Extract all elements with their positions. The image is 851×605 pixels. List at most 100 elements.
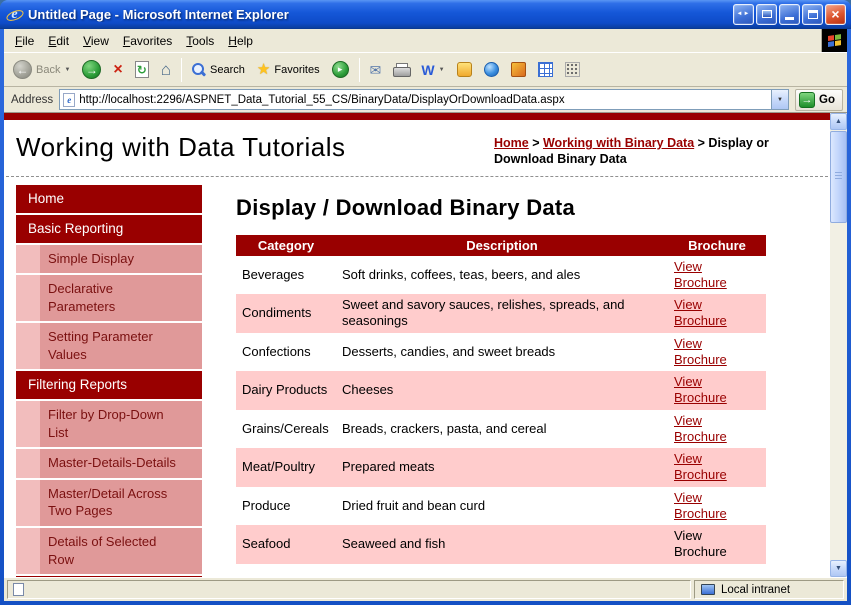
page-body: Home Basic Reporting Simple Display Declara… [4, 177, 830, 578]
sidebar-item-master-details-details[interactable]: Master-Details-Details [16, 449, 202, 478]
forward-button[interactable]: → [77, 56, 106, 84]
menu-bar: File Edit View Favorites Tools Help [4, 29, 847, 53]
top-accent-bar [4, 113, 830, 120]
category-cell: Condiments [236, 294, 336, 333]
vertical-scrollbar[interactable]: ▲ ▼ [830, 113, 847, 577]
refresh-icon: ↻ [134, 61, 149, 78]
addon-dots-button[interactable] [560, 56, 585, 84]
view-brochure-link[interactable]: View Brochure [674, 413, 730, 446]
go-label: Go [819, 93, 835, 106]
sidebar-item-master-detail-across-two-pages[interactable]: Master/Detail Across Two Pages [16, 479, 202, 526]
sidebar-section-home[interactable]: Home [16, 184, 202, 213]
view-brochure-link[interactable]: View Brochure [674, 374, 730, 407]
screen-icon [761, 10, 772, 18]
ie-logo-icon: e [6, 6, 23, 23]
scroll-thumb[interactable] [830, 131, 847, 223]
home-button[interactable]: ⌂ [156, 56, 176, 84]
addon-grid-button[interactable] [533, 56, 558, 84]
category-cell: Grains/Cereals [242, 420, 329, 436]
browser-viewport: Working with Data Tutorials Home > Worki… [4, 113, 847, 577]
scroll-down-button[interactable]: ▼ [830, 560, 847, 577]
menu-tools[interactable]: Tools [179, 30, 221, 52]
sidebar-item-declarative-parameters[interactable]: Declarative Parameters [16, 275, 202, 322]
addon-globe-button[interactable] [479, 56, 504, 84]
table-row-grains-cereals: Grains/Cereals Breads, crackers, pasta, a… [236, 410, 766, 449]
menu-items: File Edit View Favorites Tools Help [8, 30, 260, 52]
word-dropdown-icon[interactable]: ▼ [439, 67, 445, 73]
breadcrumb: Home > Working with Binary Data > Displa… [494, 135, 824, 168]
address-bar: Address e ▼ → Go [4, 87, 847, 113]
address-input[interactable] [79, 91, 768, 108]
go-button[interactable]: → Go [795, 88, 843, 111]
description-cell: Prepared meats [336, 448, 668, 487]
menu-file[interactable]: File [8, 30, 41, 52]
address-box: e ▼ [59, 89, 790, 110]
view-brochure-link[interactable]: View Brochure [674, 451, 730, 484]
menu-view[interactable]: View [76, 30, 116, 52]
addon-research-button[interactable] [506, 56, 531, 84]
sidebar-nav: Home Basic Reporting Simple Display Declara… [16, 184, 202, 577]
home-icon: ⌂ [160, 60, 172, 79]
main-content: Display / Download Binary Data Category D… [202, 185, 830, 578]
refresh-button[interactable]: ↻ [130, 56, 154, 84]
edit-with-word-button[interactable]: W ▼ [416, 56, 449, 84]
sidebar-item-filter-by-drop-down-list[interactable]: Filter by Drop-Down List [16, 401, 202, 448]
print-icon [393, 62, 412, 77]
messenger-icon [456, 62, 472, 77]
close-button[interactable]: × [825, 3, 846, 25]
favorites-star-icon: ★ [256, 61, 271, 78]
category-cell: Confections [242, 343, 311, 359]
description-cell: Cheeses [336, 371, 668, 410]
description-cell: Dried fruit and bean curd [342, 497, 486, 513]
back-dropdown-icon[interactable]: ▼ [64, 67, 70, 73]
favorites-button[interactable]: ★ Favorites [252, 56, 325, 84]
sidebar-item-simple-display[interactable]: Simple Display [16, 244, 202, 274]
screen-button[interactable] [756, 3, 777, 25]
table-row-dairy-products: Dairy Products Cheeses View Brochure [236, 371, 766, 410]
media-button[interactable]: ▸ [327, 56, 354, 84]
brochure-cell: View Brochure [668, 525, 766, 564]
sidebar-item-label: Simple Display [40, 244, 202, 274]
sidebar-item-label: Setting Parameter Values [40, 323, 202, 370]
sidebar-item-details-of-selected-row[interactable]: Details of Selected Row [16, 527, 202, 575]
category-cell: Beverages [242, 266, 305, 282]
description-cell: Breads, crackers, pasta, and cereal [342, 420, 547, 436]
view-brochure-link[interactable]: View Brochure [674, 259, 730, 292]
scroll-track[interactable] [830, 130, 847, 560]
brochure-cell: View Brochure [668, 256, 766, 295]
stop-button[interactable]: × [108, 56, 127, 84]
minimize-icon [785, 16, 794, 20]
mail-button[interactable]: ✉ [365, 56, 387, 84]
sidebar-section-filtering-reports[interactable]: Filtering Reports [16, 371, 202, 400]
view-brochure-link[interactable]: View Brochure [674, 297, 730, 330]
sidebar-gutter [16, 401, 40, 448]
sidebar-section-basic-reporting[interactable]: Basic Reporting [16, 214, 202, 243]
scroll-up-button[interactable]: ▲ [830, 113, 847, 130]
category-cell: Seafood [236, 525, 336, 564]
sidebar-item-label: Master/Detail Across Two Pages [40, 479, 202, 526]
breadcrumb-link-home[interactable]: Home [494, 136, 529, 150]
toolbar-separator [358, 57, 360, 82]
search-button[interactable]: Search [187, 56, 250, 84]
view-brochure-link[interactable]: View Brochure [674, 490, 730, 523]
back-button[interactable]: ← Back ▼ [8, 56, 75, 84]
nav-arrows-icon: ◄► [736, 11, 751, 17]
menu-edit[interactable]: Edit [41, 30, 76, 52]
back-label: Back [36, 63, 61, 76]
sidebar-item-label: Declarative Parameters [40, 275, 202, 322]
maximize-button[interactable] [802, 3, 823, 25]
sidebar-gutter [16, 449, 40, 478]
menu-favorites[interactable]: Favorites [116, 30, 179, 52]
breadcrumb-separator: > [694, 136, 709, 150]
messenger-button[interactable] [452, 56, 477, 84]
menu-help[interactable]: Help [221, 30, 260, 52]
table-row-beverages: Beverages Soft drinks, coffees, teas, bee… [236, 256, 766, 295]
sidebar-item-setting-parameter-values[interactable]: Setting Parameter Values [16, 323, 202, 370]
print-button[interactable] [388, 56, 414, 84]
nav-arrows-button[interactable]: ◄► [733, 3, 754, 25]
breadcrumb-link-working-with-binary-data[interactable]: Working with Binary Data [543, 136, 694, 150]
minimize-button[interactable] [779, 3, 800, 25]
view-brochure-link[interactable]: View Brochure [674, 336, 730, 369]
brochure-cell: View Brochure [668, 333, 766, 372]
address-dropdown-button[interactable]: ▼ [771, 90, 789, 109]
